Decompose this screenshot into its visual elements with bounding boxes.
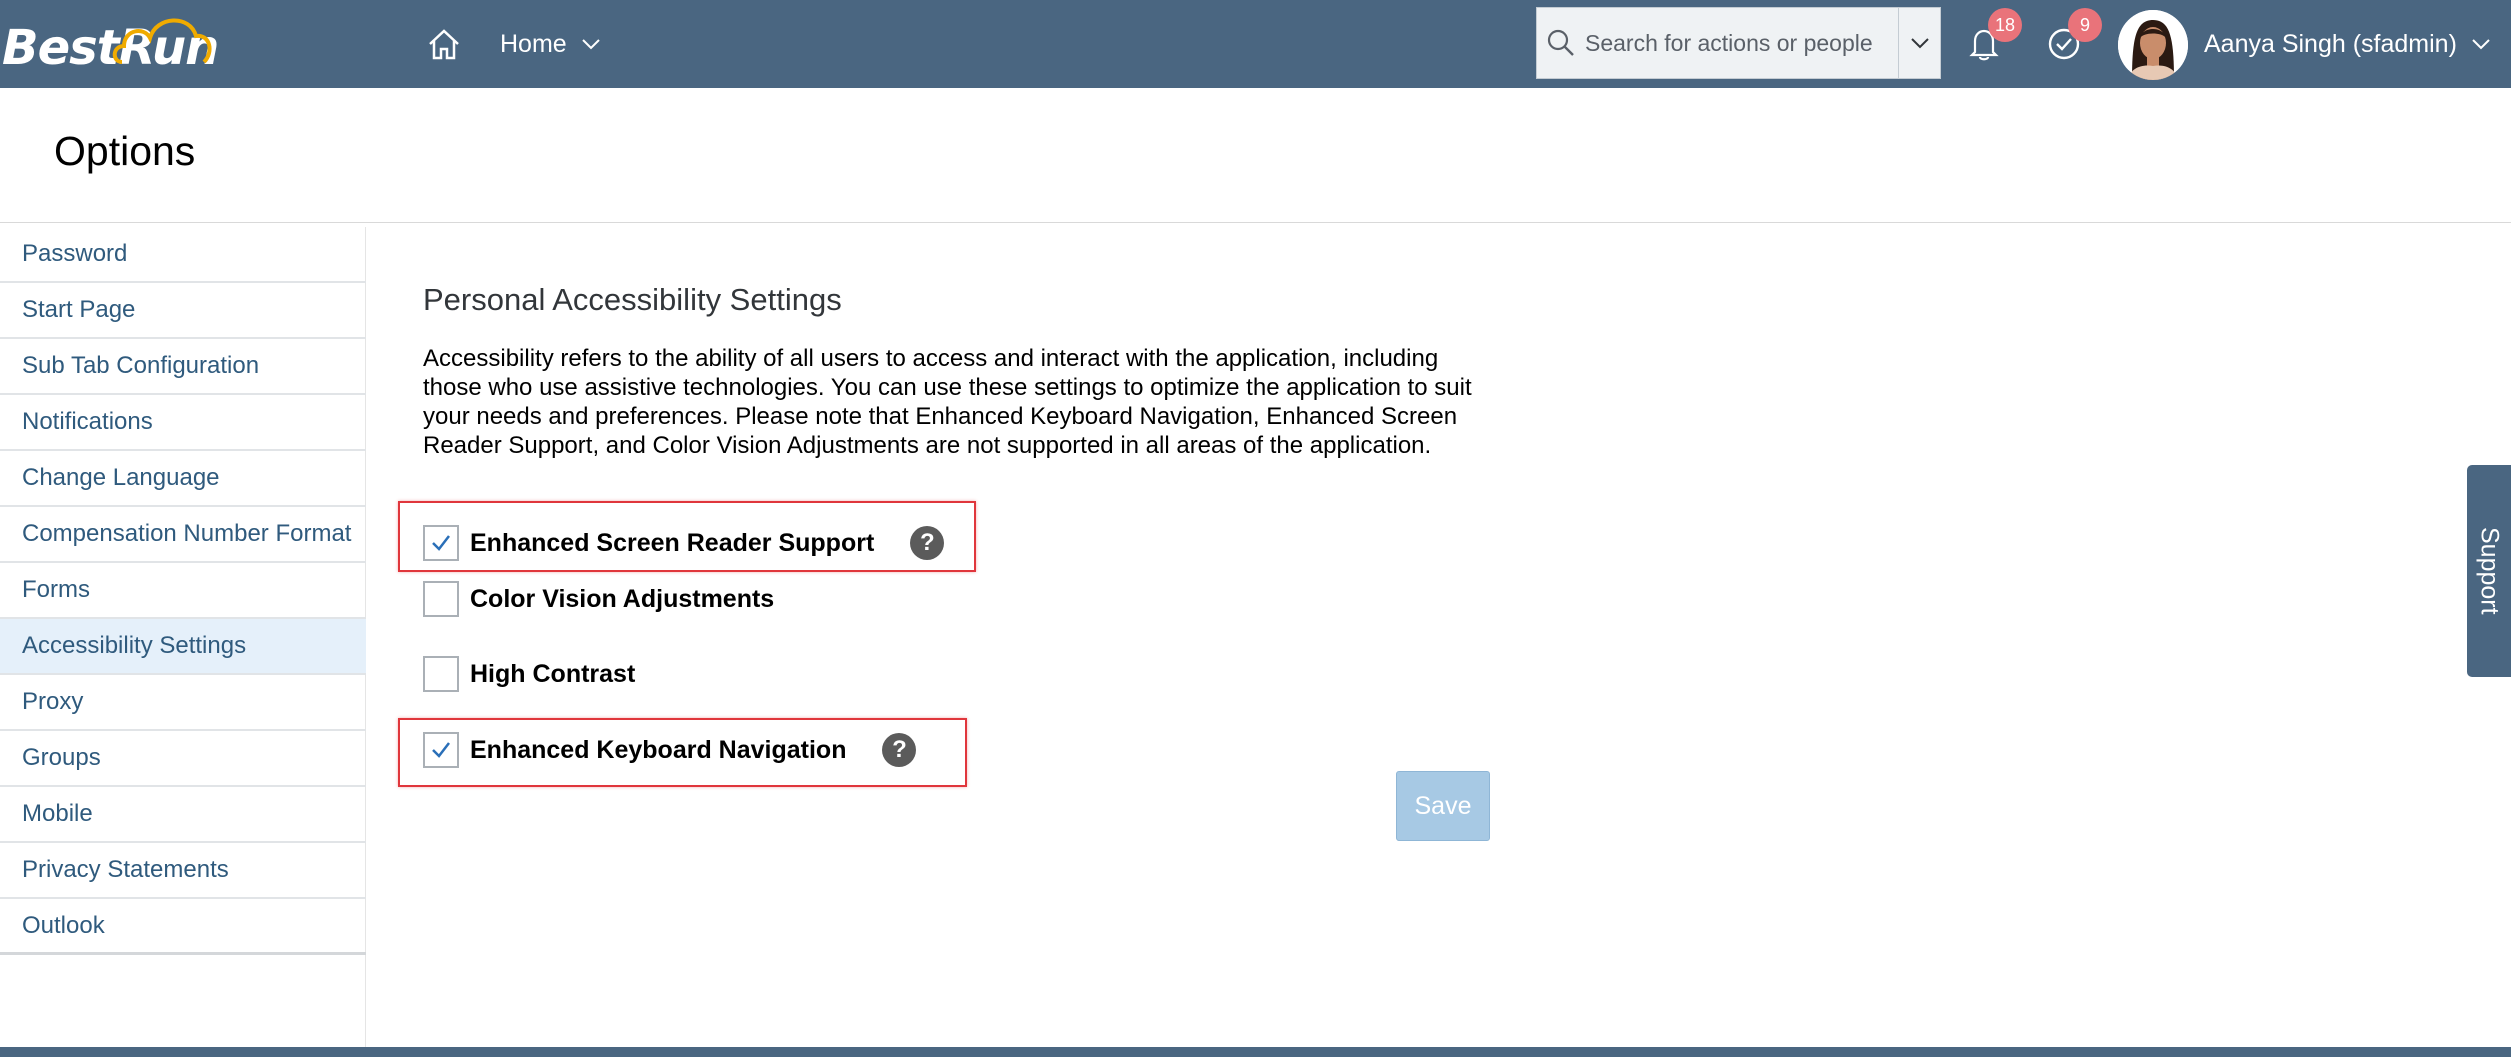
- accessibility-description: Accessibility refers to the ability of a…: [423, 345, 1472, 459]
- support-tab[interactable]: Support: [2467, 465, 2511, 677]
- sidebar-item-outlook[interactable]: Outlook: [0, 899, 366, 955]
- checkbox-enhanced-keyboard-navigation[interactable]: [423, 732, 459, 768]
- section-title: Personal Accessibility Settings: [423, 282, 842, 317]
- sidebar-item-password[interactable]: Password: [0, 227, 366, 283]
- tasks-button[interactable]: 9: [2040, 8, 2102, 68]
- checkbox-color-vision-adjustments[interactable]: [423, 581, 459, 617]
- help-icon[interactable]: ?: [882, 733, 917, 767]
- option-label: Enhanced Keyboard Navigation: [470, 735, 847, 764]
- tasks-badge: 9: [2068, 8, 2102, 42]
- sidebar-item-proxy[interactable]: Proxy: [0, 675, 366, 731]
- avatar[interactable]: [2118, 10, 2188, 80]
- accessibility-settings-panel: Personal Accessibility Settings Accessib…: [423, 282, 1513, 460]
- sidebar-item-mobile[interactable]: Mobile: [0, 787, 366, 843]
- logo-cloud-icon: [112, 18, 212, 64]
- support-label: Support: [2475, 527, 2504, 615]
- notifications-badge: 18: [1988, 8, 2022, 42]
- option-label: High Contrast: [470, 659, 636, 688]
- user-menu[interactable]: Aanya Singh (sfadmin): [2204, 26, 2491, 62]
- checkbox-high-contrast[interactable]: [423, 656, 459, 692]
- checkbox-enhanced-screen-reader-support[interactable]: [423, 525, 459, 561]
- option-enhanced-keyboard-navigation: Enhanced Keyboard Navigation ?: [423, 730, 917, 770]
- home-menu-label: Home: [500, 29, 567, 58]
- chevron-down-icon: [581, 39, 600, 50]
- user-name: Aanya Singh (sfadmin): [2204, 29, 2457, 58]
- checkmark-icon: [432, 742, 450, 758]
- shell-bar: BestRun Home Search for actions or peopl…: [0, 0, 2511, 88]
- sidebar-item-sub-tab-configuration[interactable]: Sub Tab Configuration: [0, 339, 366, 395]
- home-menu[interactable]: Home: [500, 26, 601, 62]
- sidebar-item-compensation-number-format[interactable]: Compensation Number Format: [0, 507, 366, 563]
- sidebar-item-groups[interactable]: Groups: [0, 731, 366, 787]
- option-label: Color Vision Adjustments: [470, 584, 775, 613]
- save-button[interactable]: Save: [1396, 771, 1490, 841]
- notifications-button[interactable]: 18: [1960, 8, 2022, 68]
- chevron-down-icon: [1910, 38, 1929, 49]
- bottom-bar: [0, 1047, 2511, 1057]
- sidebar-item-start-page[interactable]: Start Page: [0, 283, 366, 339]
- page-title: Options: [54, 128, 196, 174]
- sidebar-item-accessibility-settings[interactable]: Accessibility Settings: [0, 619, 366, 675]
- company-logo[interactable]: BestRun: [0, 4, 225, 84]
- sidebar-item-privacy-statements[interactable]: Privacy Statements: [0, 843, 366, 899]
- home-icon[interactable]: [424, 24, 464, 64]
- page-header: Options: [0, 88, 2511, 223]
- chevron-down-icon: [2472, 39, 2490, 50]
- search-scope-dropdown[interactable]: [1898, 8, 1940, 78]
- help-icon[interactable]: ?: [910, 526, 945, 560]
- search-box[interactable]: [1536, 7, 1941, 79]
- option-high-contrast: High Contrast: [423, 654, 635, 694]
- search-input[interactable]: [1585, 8, 1898, 78]
- sidebar-item-notifications[interactable]: Notifications: [0, 395, 366, 451]
- search-icon: [1537, 8, 1585, 78]
- options-nav-list: Password Start Page Sub Tab Configuratio…: [0, 227, 366, 955]
- sidebar-item-forms[interactable]: Forms: [0, 563, 366, 619]
- checkmark-icon: [432, 535, 450, 551]
- option-label: Enhanced Screen Reader Support: [470, 528, 875, 557]
- option-enhanced-screen-reader-support: Enhanced Screen Reader Support ?: [423, 523, 945, 563]
- sidebar-item-change-language[interactable]: Change Language: [0, 451, 366, 507]
- options-sidebar: Password Start Page Sub Tab Configuratio…: [0, 227, 366, 1047]
- option-color-vision-adjustments: Color Vision Adjustments: [423, 579, 774, 619]
